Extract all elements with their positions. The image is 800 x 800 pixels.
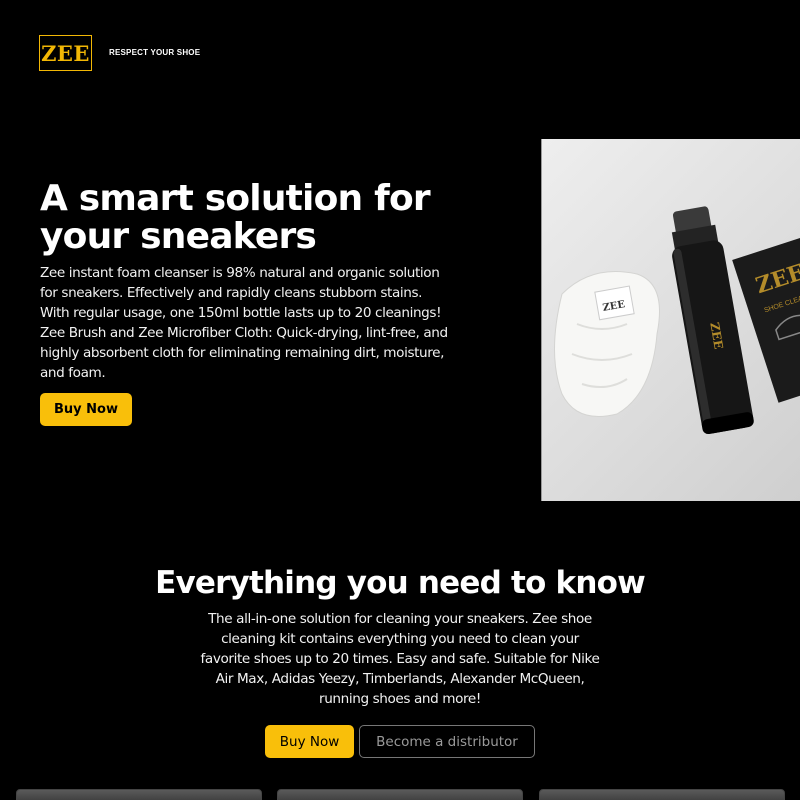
become-distributor-button[interactable]: Become a distributor xyxy=(359,725,535,758)
foam-bottle: ZEE xyxy=(671,206,754,435)
logo[interactable]: ZEE xyxy=(39,35,92,71)
product-photo-illustration: ZEE SHOE CLEANING KIT ZEE ZEE xyxy=(554,206,800,435)
gallery-card-1[interactable] xyxy=(16,789,262,800)
section-description: The all-in-one solution for cleaning you… xyxy=(200,611,600,707)
section-title: Everything you need to know xyxy=(155,565,646,601)
hero-description: Zee instant foam cleanser is 98% natural… xyxy=(40,265,448,381)
section-buy-now-button[interactable]: Buy Now xyxy=(265,725,354,758)
hero-title: A smart solution for your sneakers xyxy=(40,178,431,257)
gallery-card-2[interactable] xyxy=(277,789,523,800)
logo-text: ZEE xyxy=(41,40,90,66)
gallery-card-3[interactable] xyxy=(539,789,785,800)
microfiber-cloth: ZEE xyxy=(554,271,660,417)
hero-buy-now-button[interactable]: Buy Now xyxy=(40,393,132,426)
tagline: RESPECT YOUR SHOE xyxy=(109,48,201,57)
product-image: ZEE SHOE CLEANING KIT ZEE ZEE xyxy=(541,139,800,501)
